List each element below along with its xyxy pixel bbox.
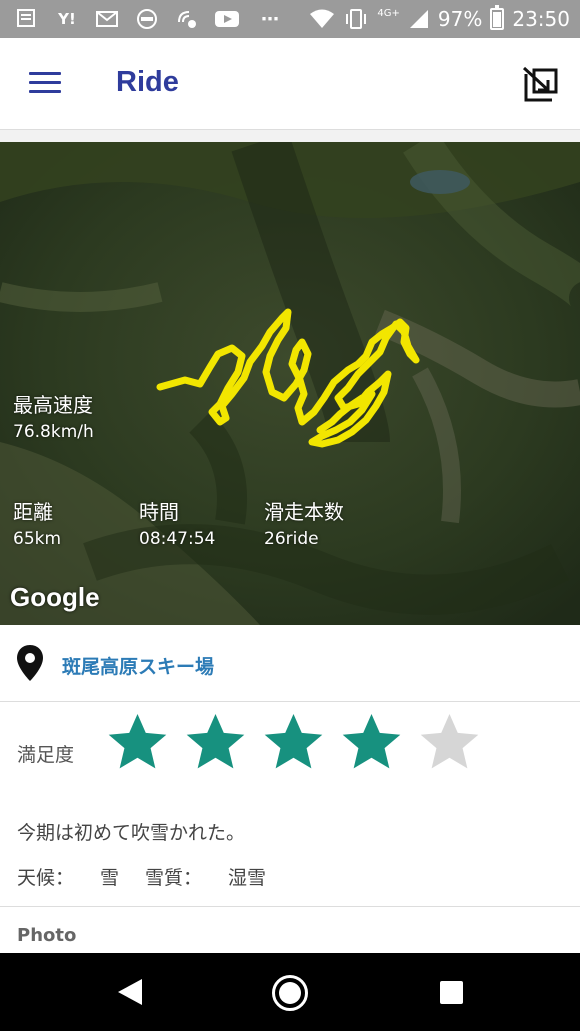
ride-map[interactable]: 最高速度 76.8km/h 距離 65km 時間 08:47:54 滑走本数 2… [0, 142, 580, 625]
snow-quality-label: 雪質： [145, 867, 203, 889]
notification-icons: Y! ⋯ [14, 5, 284, 33]
recent-apps-icon[interactable] [440, 981, 463, 1004]
weather-value: 雪 [100, 867, 120, 889]
location-name[interactable]: 斑尾高原スキー場 [62, 652, 214, 679]
youtube-icon [214, 7, 240, 31]
star-icon[interactable] [261, 710, 326, 774]
max-speed-stat: 最高速度 76.8km/h [13, 389, 94, 442]
ride-comment: 今期は初めて吹雪かれた。 [17, 822, 246, 844]
time-value: 08:47:54 [139, 529, 216, 549]
star-icon[interactable] [339, 710, 404, 774]
google-attribution: Google [10, 582, 100, 612]
runs-value: 26ride [264, 529, 319, 549]
satellite-terrain [0, 142, 580, 625]
on-icon [174, 7, 200, 31]
app-bar-gap [0, 130, 580, 142]
app-bar: Ride [0, 38, 580, 130]
distance-stat: 距離 65km [13, 496, 61, 549]
page-title: Ride [116, 66, 179, 98]
distance-label: 距離 [13, 500, 53, 524]
snow-quality-value: 湿雪 [228, 867, 267, 889]
conditions-row: 天候： 雪 雪質： 湿雪 [17, 863, 266, 890]
location-pin-icon [17, 645, 43, 681]
battery-percent: 97% [437, 7, 483, 31]
runs-stat: 滑走本数 26ride [264, 496, 344, 549]
satisfaction-rating: 満足度 [0, 702, 580, 786]
navigation-bar [0, 953, 580, 1031]
signal-icon [409, 10, 428, 28]
star-icon[interactable] [417, 710, 482, 774]
clock: 23:50 [512, 7, 570, 31]
menu-icon[interactable] [29, 72, 61, 96]
runs-label: 滑走本数 [264, 500, 344, 524]
battery-icon [490, 5, 505, 30]
status-bar: Y! ⋯ 4G+ 97% 23:50 [0, 0, 580, 38]
time-stat: 時間 08:47:54 [139, 496, 215, 549]
back-icon[interactable] [116, 977, 144, 1007]
location-row[interactable]: 斑尾高原スキー場 [0, 625, 580, 702]
divider [0, 906, 580, 907]
weather-label: 天候： [17, 867, 75, 889]
yahoo-icon: Y! [58, 10, 76, 28]
vibrate-icon [346, 9, 367, 29]
system-indicators: 4G+ 97% 23:50 [309, 5, 570, 33]
rating-label: 満足度 [17, 744, 75, 766]
wifi-icon [310, 9, 335, 28]
time-label: 時間 [139, 500, 179, 524]
distance-value: 65km [13, 529, 62, 549]
max-speed-label: 最高速度 [13, 393, 93, 417]
share-icon[interactable] [520, 64, 562, 106]
star-icon[interactable] [105, 710, 170, 774]
mail-icon [94, 7, 120, 31]
network-type: 4G+ [377, 7, 400, 19]
max-speed-value: 76.8km/h [13, 422, 94, 442]
home-icon[interactable] [272, 975, 308, 1011]
photo-section-title: Photo [17, 925, 77, 946]
more-notifications-icon: ⋯ [261, 8, 281, 30]
star-rating[interactable] [105, 710, 482, 774]
dmenu-icon [14, 7, 40, 31]
star-icon[interactable] [183, 710, 248, 774]
aeon-icon [134, 7, 160, 31]
